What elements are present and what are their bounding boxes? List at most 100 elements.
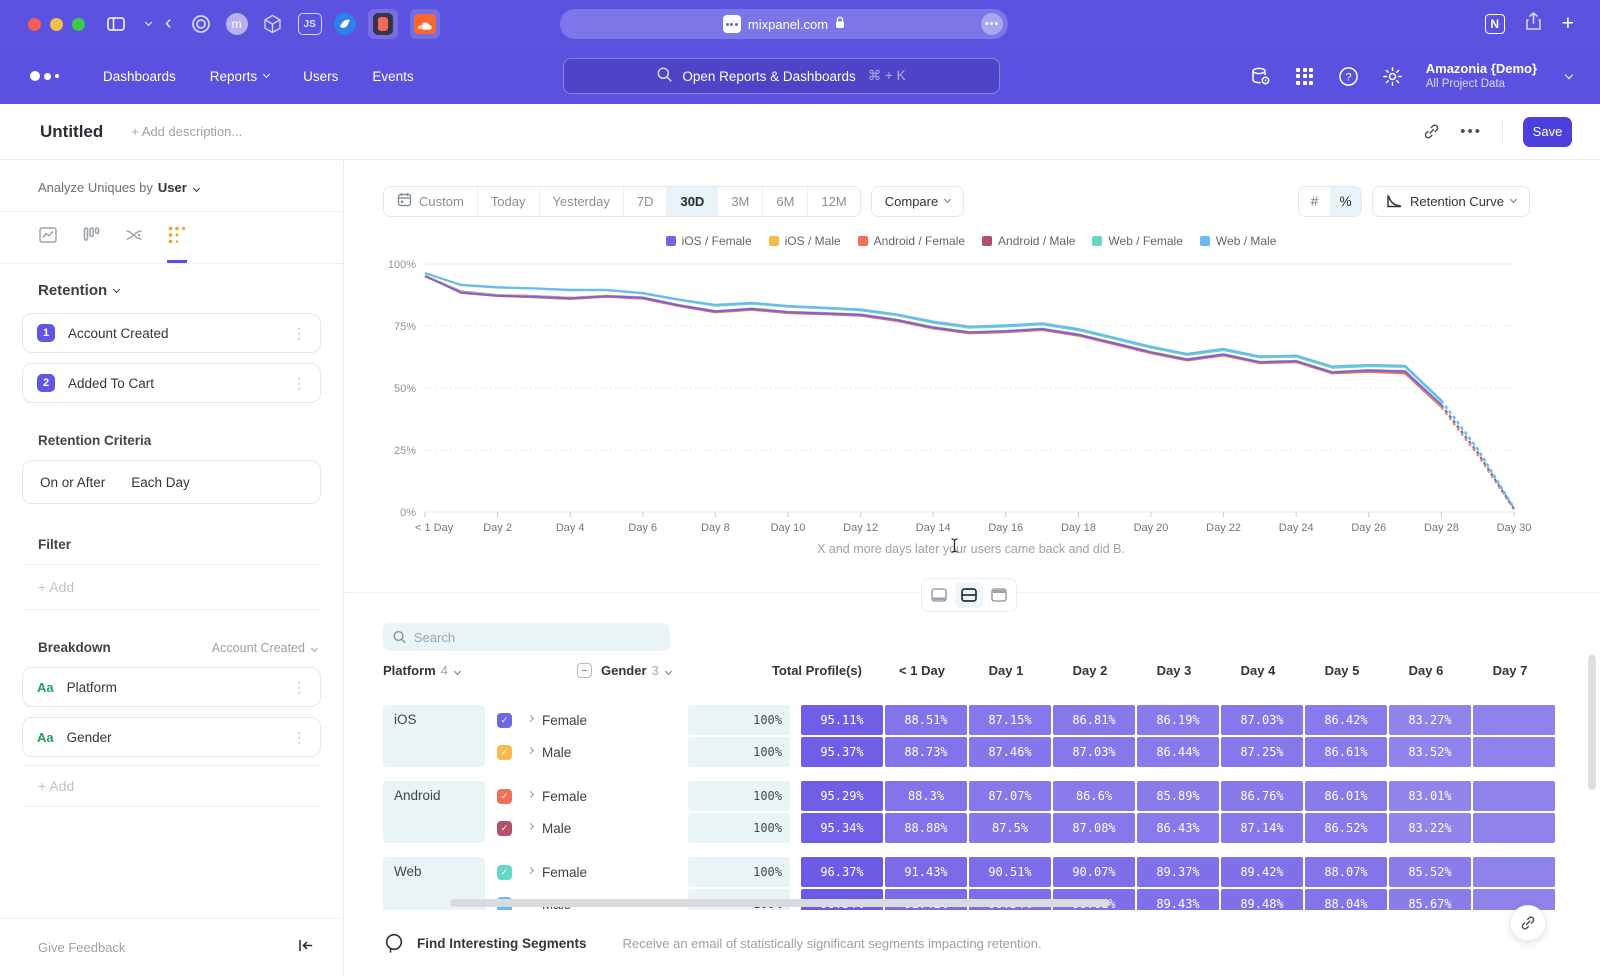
new-tab-icon[interactable]: + [1562,12,1574,36]
breakdown-card-gender[interactable]: Aa Gender ⋮ [22,717,321,757]
kebab-menu-icon[interactable]: ⋮ [292,729,306,746]
retention-cell-day-0[interactable]: 95.37% [801,737,883,767]
legend-android-female[interactable]: Android / Female [858,234,965,248]
expand-chevron-icon[interactable] [527,867,534,874]
retention-cell-day-1[interactable]: 91.43% [885,857,967,887]
save-button[interactable]: Save [1523,117,1572,147]
series-checkbox[interactable]: ✓ [497,713,512,728]
unit-percent-button[interactable]: % [1330,187,1361,216]
range-6m[interactable]: 6M [762,187,807,216]
table-search-input[interactable] [414,630,660,645]
day-header-day-7[interactable]: Day 7 [1469,663,1551,678]
retention-section-label[interactable]: Retention [38,282,321,299]
retention-cell-day-1[interactable]: 88.3% [885,781,967,811]
retention-cell-day-5[interactable]: 89.42% [1221,857,1303,887]
retention-cell-day-6[interactable]: 86.61% [1305,737,1387,767]
apps-grid-icon[interactable] [1294,65,1316,87]
nav-dashboards[interactable]: Dashboards [103,69,176,84]
retention-cell-day-1[interactable]: 88.73% [885,737,967,767]
series-checkbox[interactable]: ✓ [497,865,512,880]
mixpanel-logo[interactable] [30,71,59,81]
close-window-icon[interactable] [28,18,41,31]
retention-cell-day-4[interactable]: 85.89% [1137,781,1219,811]
gender-column-header[interactable]: –Gender3 [577,663,671,678]
m-extension-icon[interactable]: m [226,13,248,35]
day-header-day-4[interactable]: Day 4 [1217,663,1299,678]
retention-cell-day-5[interactable]: 87.25% [1221,737,1303,767]
select-all-checkbox[interactable]: – [577,663,592,678]
retention-cell-day-4[interactable]: 89.43% [1137,889,1219,910]
chart-type-selector[interactable]: Retention Curve [1372,186,1530,217]
copy-link-icon[interactable] [1423,123,1440,140]
retention-cell-day-3[interactable]: 87.03% [1053,737,1135,767]
range-3m[interactable]: 3M [717,187,762,216]
retention-cell-day-2[interactable]: 87.5% [969,813,1051,843]
sidebar-toggle-icon[interactable] [107,17,125,31]
view-chart-and-table-button[interactable] [955,582,983,608]
tab-flows[interactable] [124,225,144,263]
nav-events[interactable]: Events [372,69,413,84]
breakdown-card-platform[interactable]: Aa Platform ⋮ [22,667,321,707]
retention-cell-day-7[interactable]: 83.52% [1389,737,1471,767]
browser-bird-extension-icon[interactable] [334,13,356,35]
retention-cell-day-2[interactable]: 87.07% [969,781,1051,811]
retention-cell-day-4[interactable]: 89.37% [1137,857,1219,887]
expand-chevron-icon[interactable] [527,715,534,722]
range-today[interactable]: Today [477,187,539,216]
retention-cell-day-4[interactable]: 86.43% [1137,813,1219,843]
retention-cell-day-0[interactable]: 95.34% [801,813,883,843]
data-management-icon[interactable] [1250,65,1272,87]
legend-android-male[interactable]: Android / Male [982,234,1075,248]
retention-cell-day-7[interactable]: 83.27% [1389,705,1471,735]
step-card-1[interactable]: 1 Account Created ⋮ [22,313,321,353]
tab-funnels[interactable] [81,225,101,263]
range-7d[interactable]: 7D [623,187,667,216]
minimize-window-icon[interactable] [50,18,63,31]
add-description[interactable]: + Add description... [131,124,242,139]
segments-title[interactable]: Find Interesting Segments [417,936,587,951]
retention-cell-day-2[interactable]: 90.51% [969,857,1051,887]
filter-add-button[interactable]: + Add [22,564,321,610]
platform-cell-ios[interactable]: iOS [383,705,485,767]
analyze-value[interactable]: User [158,180,187,195]
day-header-1-day[interactable]: < 1 Day [881,663,963,678]
day-header-day-6[interactable]: Day 6 [1385,663,1467,678]
range-yesterday[interactable]: Yesterday [539,187,623,216]
breakdown-add-button[interactable]: + Add [22,765,321,807]
criteria-card[interactable]: On or After Each Day [22,460,321,504]
series-checkbox[interactable]: ✓ [497,745,512,760]
range-30d[interactable]: 30D [666,187,717,216]
range-12m[interactable]: 12M [807,187,859,216]
help-icon[interactable]: ? [1338,65,1360,87]
password-manager-extension-icon[interactable] [368,9,398,39]
retention-cell-day-2[interactable]: 87.15% [969,705,1051,735]
more-actions-icon[interactable]: ••• [1460,123,1482,140]
retention-cell-day-6[interactable]: 86.42% [1305,705,1387,735]
soundcloud-extension-icon[interactable] [410,9,440,39]
kebab-menu-icon[interactable]: ⋮ [292,375,306,392]
unit-number-button[interactable]: # [1299,187,1330,216]
view-chart-only-button[interactable] [925,582,953,608]
retention-cell-day-5[interactable]: 86.76% [1221,781,1303,811]
back-icon[interactable]: ‹ [165,13,172,33]
tab-retention[interactable] [167,225,187,263]
series-checkbox[interactable]: ✓ [497,821,512,836]
nav-reports[interactable]: Reports [210,69,269,84]
retention-cell-day-1[interactable]: 88.88% [885,813,967,843]
breakdown-event-selector[interactable]: Account Created [212,641,321,655]
retention-cell-day-4[interactable]: 86.44% [1137,737,1219,767]
expand-chevron-icon[interactable] [527,791,534,798]
vertical-scrollbar[interactable] [1588,655,1596,790]
range-custom[interactable]: Custom [384,187,477,216]
expand-chevron-icon[interactable] [527,823,534,830]
js-extension-icon[interactable]: JS [298,13,322,35]
page-actions-icon[interactable]: ••• [981,13,1003,35]
settings-gear-icon[interactable] [1382,65,1404,87]
retention-cell-day-3[interactable]: 86.81% [1053,705,1135,735]
view-table-only-button[interactable] [985,582,1013,608]
retention-cell-day-6[interactable]: 88.07% [1305,857,1387,887]
floating-copy-link-button[interactable] [1510,905,1546,941]
share-icon[interactable] [1525,12,1542,36]
legend-ios-male[interactable]: iOS / Male [769,234,841,248]
retention-cell-day-5[interactable]: 89.48% [1221,889,1303,910]
